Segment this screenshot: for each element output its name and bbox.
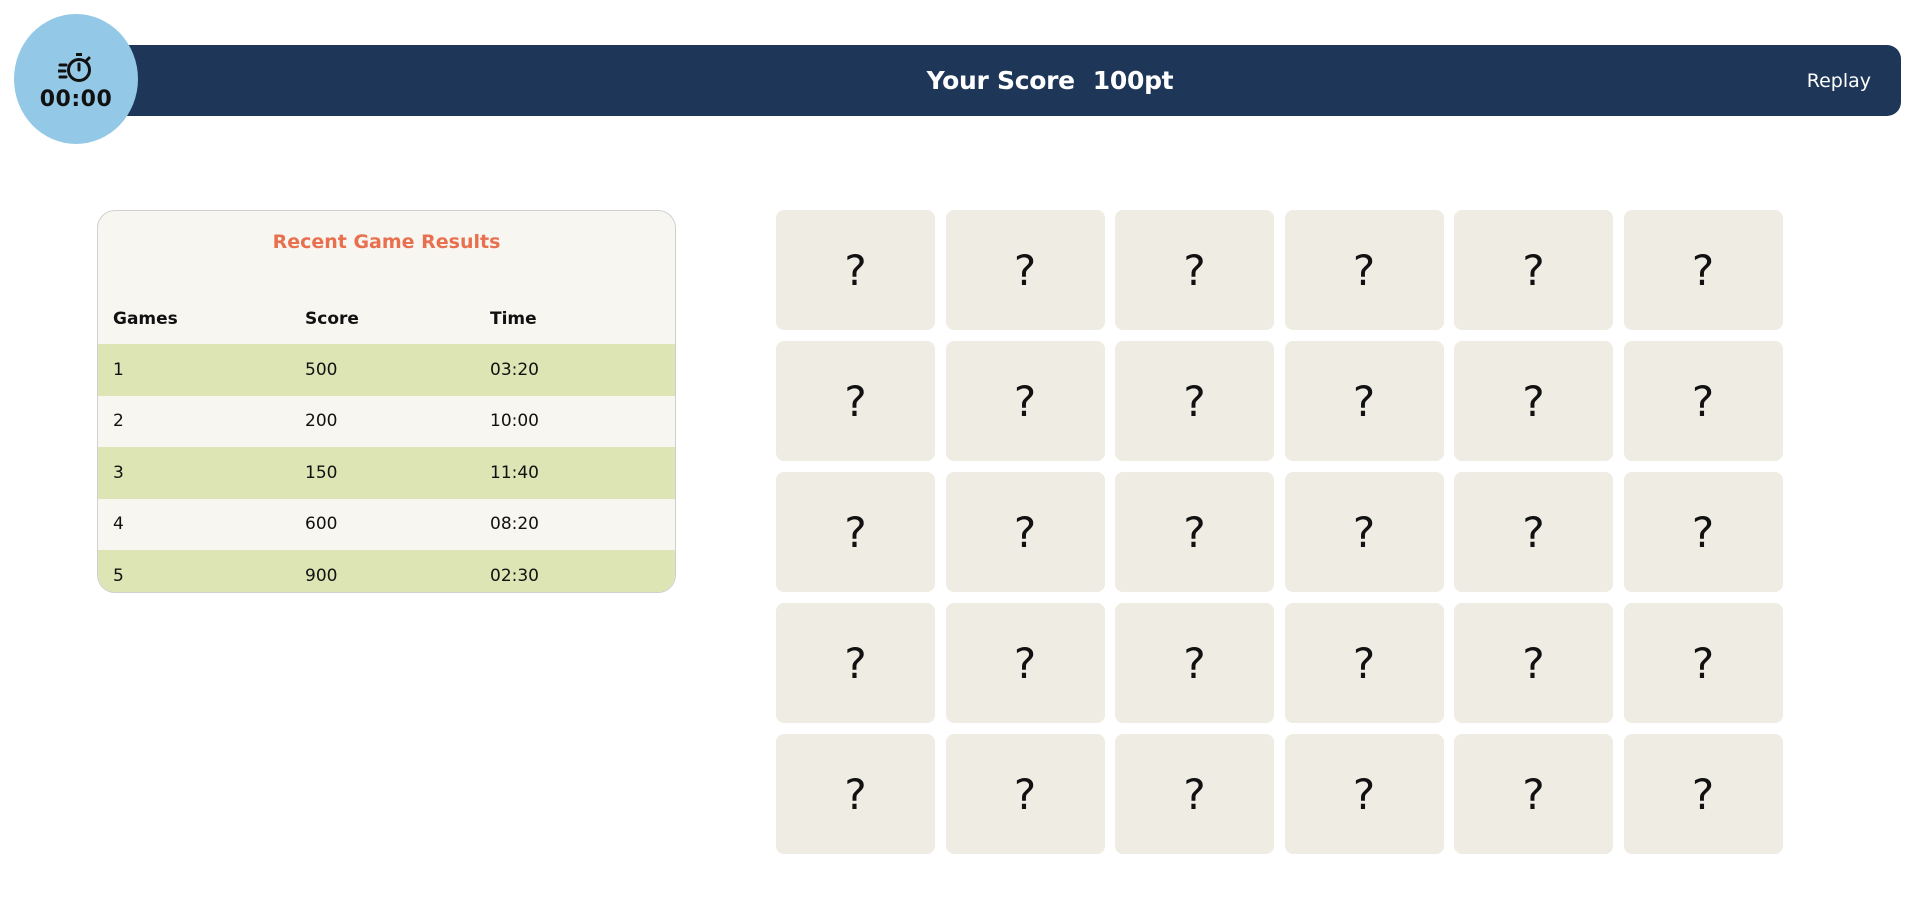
column-header-score: Score bbox=[305, 309, 359, 329]
memory-card[interactable]: ? bbox=[1623, 603, 1783, 723]
timer-badge: 00:00 bbox=[14, 14, 138, 144]
score-display: Your Score 100pt bbox=[830, 45, 1270, 116]
memory-card[interactable]: ? bbox=[1115, 603, 1274, 723]
time-cell: 02:30 bbox=[490, 565, 539, 586]
time-cell: 08:20 bbox=[490, 514, 539, 535]
replay-button[interactable]: Replay bbox=[1807, 45, 1871, 116]
memory-card-grid: ?????????????????????????????? bbox=[776, 210, 1783, 854]
memory-card[interactable]: ? bbox=[776, 472, 935, 592]
score-label: Your Score bbox=[926, 66, 1075, 95]
memory-card[interactable]: ? bbox=[1284, 341, 1444, 461]
memory-card[interactable]: ? bbox=[1454, 341, 1613, 461]
memory-card[interactable]: ? bbox=[776, 734, 935, 854]
memory-card[interactable]: ? bbox=[776, 341, 935, 461]
stopwatch-icon bbox=[58, 52, 91, 82]
memory-card[interactable]: ? bbox=[776, 603, 935, 723]
score-cell: 600 bbox=[305, 514, 338, 535]
score-cell: 150 bbox=[305, 462, 338, 483]
game-number-cell: 5 bbox=[113, 565, 124, 586]
memory-card[interactable]: ? bbox=[1284, 210, 1444, 330]
score-cell: 200 bbox=[305, 411, 338, 432]
table-row: 1 500 03:20 bbox=[98, 344, 675, 396]
memory-card[interactable]: ? bbox=[1454, 734, 1613, 854]
memory-card[interactable]: ? bbox=[1623, 210, 1783, 330]
header-bar: Your Score 100pt Replay bbox=[110, 45, 1901, 116]
memory-card[interactable]: ? bbox=[1115, 210, 1274, 330]
memory-card[interactable]: ? bbox=[1623, 734, 1783, 854]
results-table: Games Score Time 1 500 03:20 2 200 10:00 3 150 1… bbox=[98, 294, 675, 592]
time-cell: 11:40 bbox=[490, 462, 539, 483]
column-header-time: Time bbox=[490, 309, 537, 329]
memory-card[interactable]: ? bbox=[1454, 210, 1613, 330]
table-row: 2 200 10:00 bbox=[98, 396, 675, 448]
game-number-cell: 1 bbox=[113, 359, 124, 380]
memory-card[interactable]: ? bbox=[1284, 472, 1444, 592]
time-cell: 10:00 bbox=[490, 411, 539, 432]
memory-card[interactable]: ? bbox=[1623, 341, 1783, 461]
memory-card[interactable]: ? bbox=[1115, 734, 1274, 854]
memory-card[interactable]: ? bbox=[1454, 603, 1613, 723]
timer-value: 00:00 bbox=[39, 86, 113, 112]
recent-results-panel: Recent Game Results Games Score Time 1 50… bbox=[97, 210, 676, 593]
score-cell: 900 bbox=[305, 565, 338, 586]
memory-card[interactable]: ? bbox=[945, 472, 1105, 592]
memory-card[interactable]: ? bbox=[1284, 734, 1444, 854]
game-number-cell: 4 bbox=[113, 514, 124, 535]
memory-card[interactable]: ? bbox=[945, 734, 1105, 854]
memory-card[interactable]: ? bbox=[776, 210, 935, 330]
memory-card[interactable]: ? bbox=[945, 603, 1105, 723]
results-title: Recent Game Results bbox=[272, 231, 501, 253]
table-row: 3 150 11:40 bbox=[98, 447, 675, 499]
memory-card[interactable]: ? bbox=[1454, 472, 1613, 592]
game-number-cell: 2 bbox=[113, 411, 124, 432]
memory-card[interactable]: ? bbox=[945, 210, 1105, 330]
memory-card[interactable]: ? bbox=[945, 341, 1105, 461]
memory-card[interactable]: ? bbox=[1623, 472, 1783, 592]
memory-card[interactable]: ? bbox=[1115, 472, 1274, 592]
memory-card[interactable]: ? bbox=[1115, 341, 1274, 461]
memory-card[interactable]: ? bbox=[1284, 603, 1444, 723]
table-row: 4 600 08:20 bbox=[98, 499, 675, 551]
table-header-row: Games Score Time bbox=[98, 294, 675, 344]
game-number-cell: 3 bbox=[113, 462, 124, 483]
score-cell: 500 bbox=[305, 359, 338, 380]
time-cell: 03:20 bbox=[490, 359, 539, 380]
column-header-games: Games bbox=[113, 309, 178, 329]
score-value: 100pt bbox=[1092, 66, 1174, 95]
table-row: 5 900 02:30 bbox=[98, 550, 675, 592]
